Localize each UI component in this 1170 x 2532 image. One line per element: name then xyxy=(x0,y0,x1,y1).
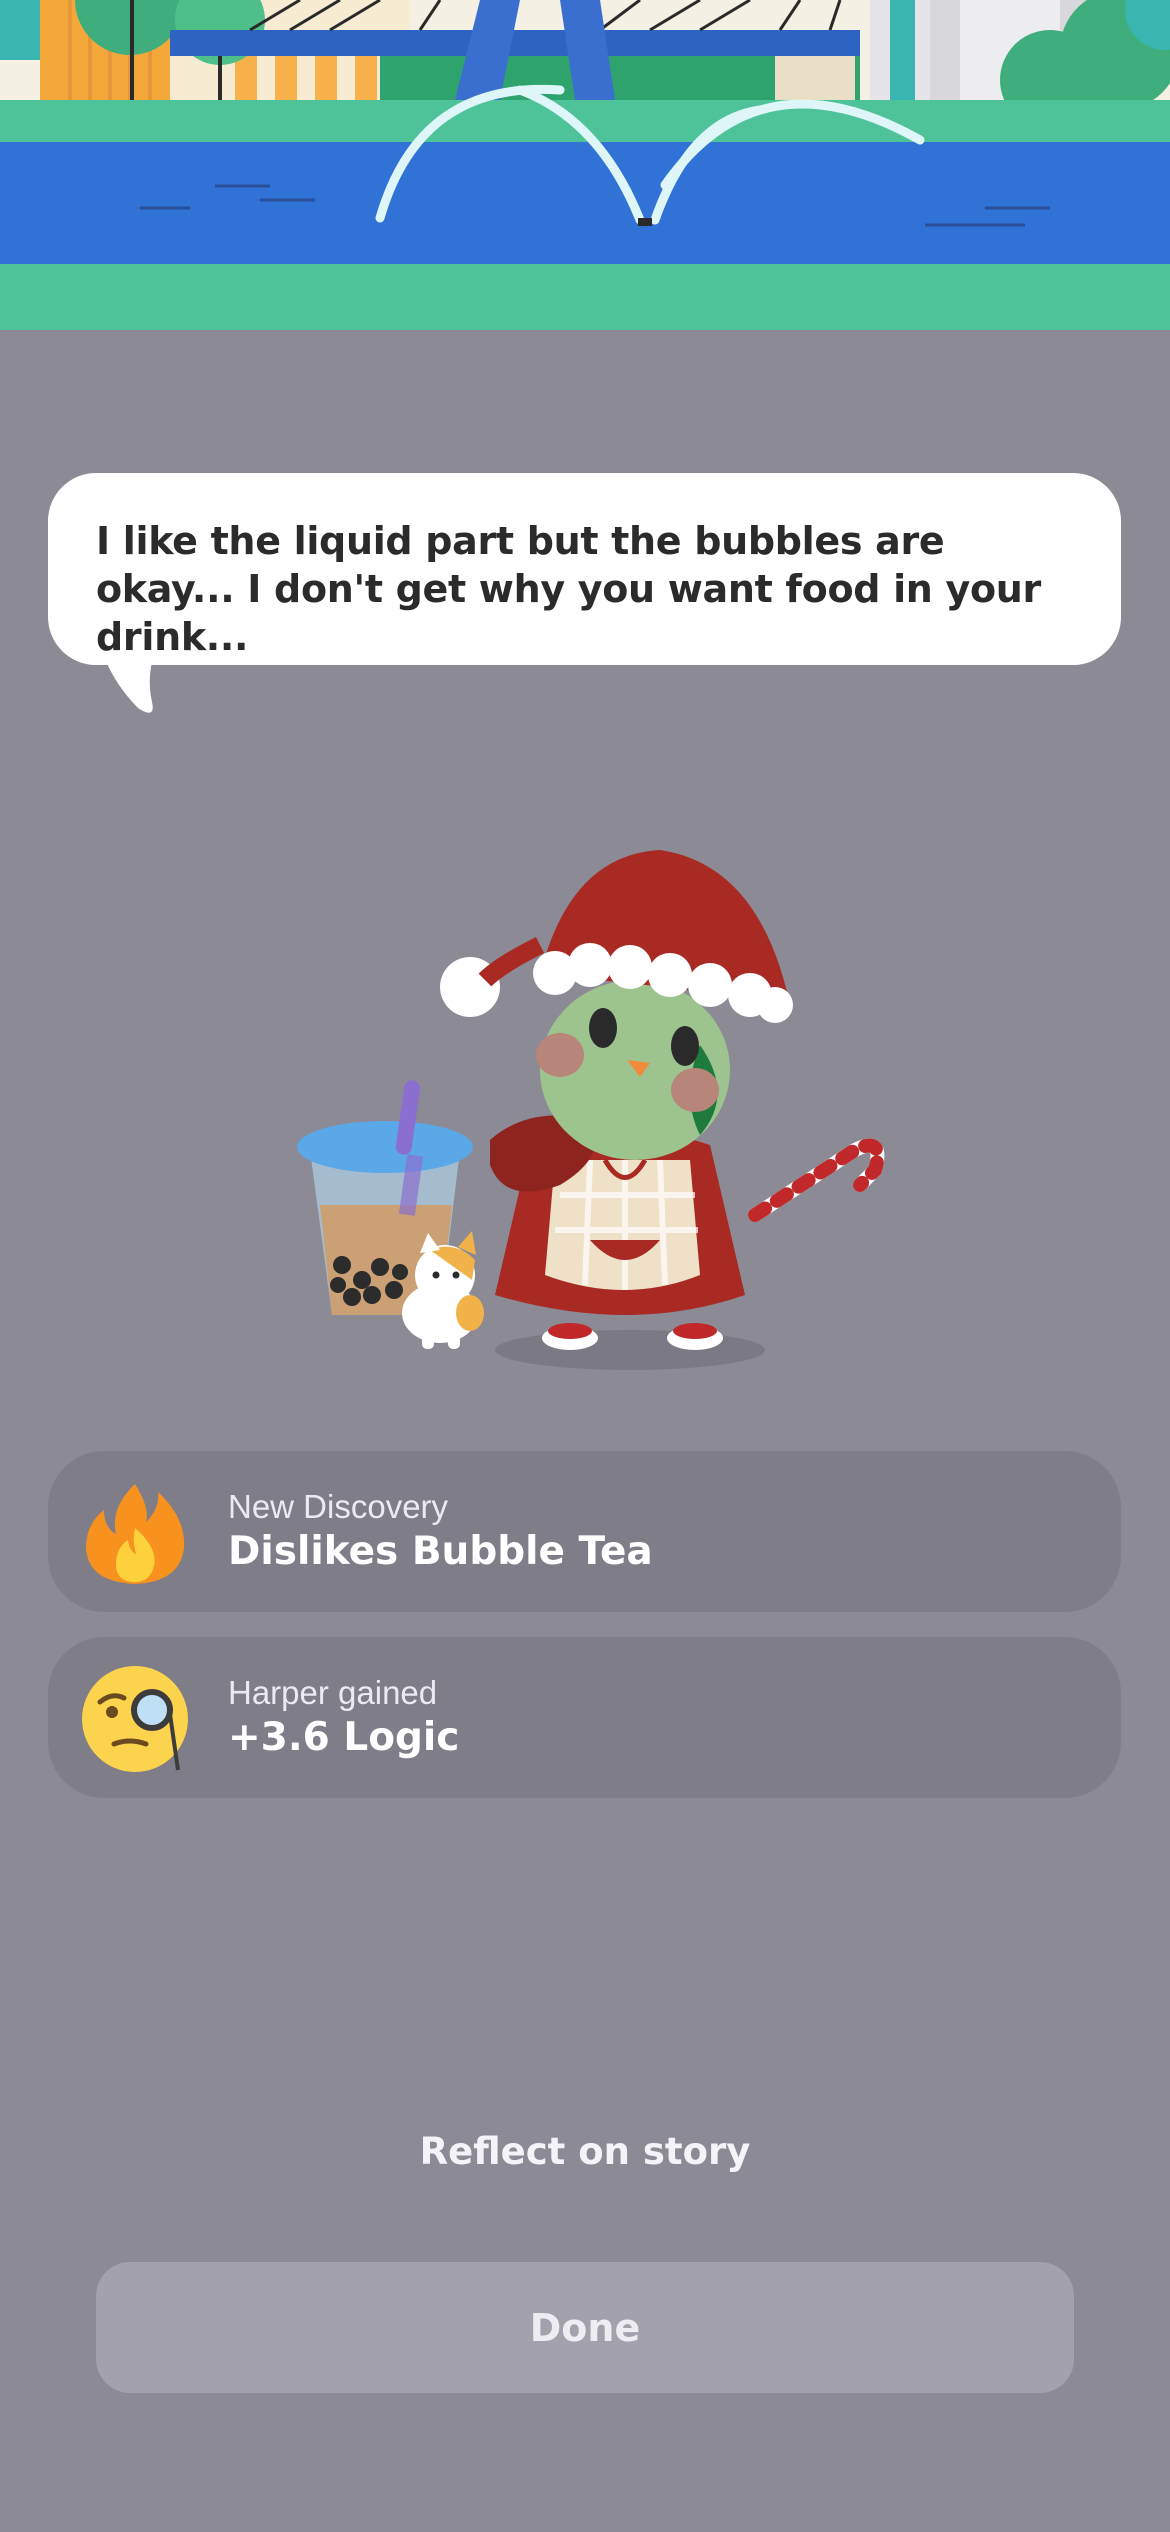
speech-bubble: I like the liquid part but the bubbles a… xyxy=(48,473,1121,665)
discovery-card: New Discovery Dislikes Bubble Tea xyxy=(48,1451,1121,1612)
done-button[interactable]: Done xyxy=(96,2262,1074,2393)
character-art xyxy=(297,850,885,1370)
stat-gain-card: Harper gained +3.6 Logic xyxy=(48,1637,1121,1798)
park-scene-illustration xyxy=(0,0,1170,330)
fire-icon xyxy=(80,1478,190,1588)
discovery-label: New Discovery xyxy=(228,1488,449,1525)
discovery-value: Dislikes Bubble Tea xyxy=(228,1529,653,1574)
character-illustration xyxy=(290,835,910,1375)
dialogue-text: I like the liquid part but the bubbles a… xyxy=(96,519,1041,659)
stat-gain-label: Harper gained xyxy=(228,1674,438,1711)
stat-gain-value: +3.6 Logic xyxy=(228,1715,460,1760)
harper-character-art xyxy=(440,850,885,1350)
park-scene-art xyxy=(0,0,1170,330)
reflect-on-story-link[interactable]: Reflect on story xyxy=(0,2130,1170,2173)
monocle-face-icon xyxy=(80,1664,190,1774)
